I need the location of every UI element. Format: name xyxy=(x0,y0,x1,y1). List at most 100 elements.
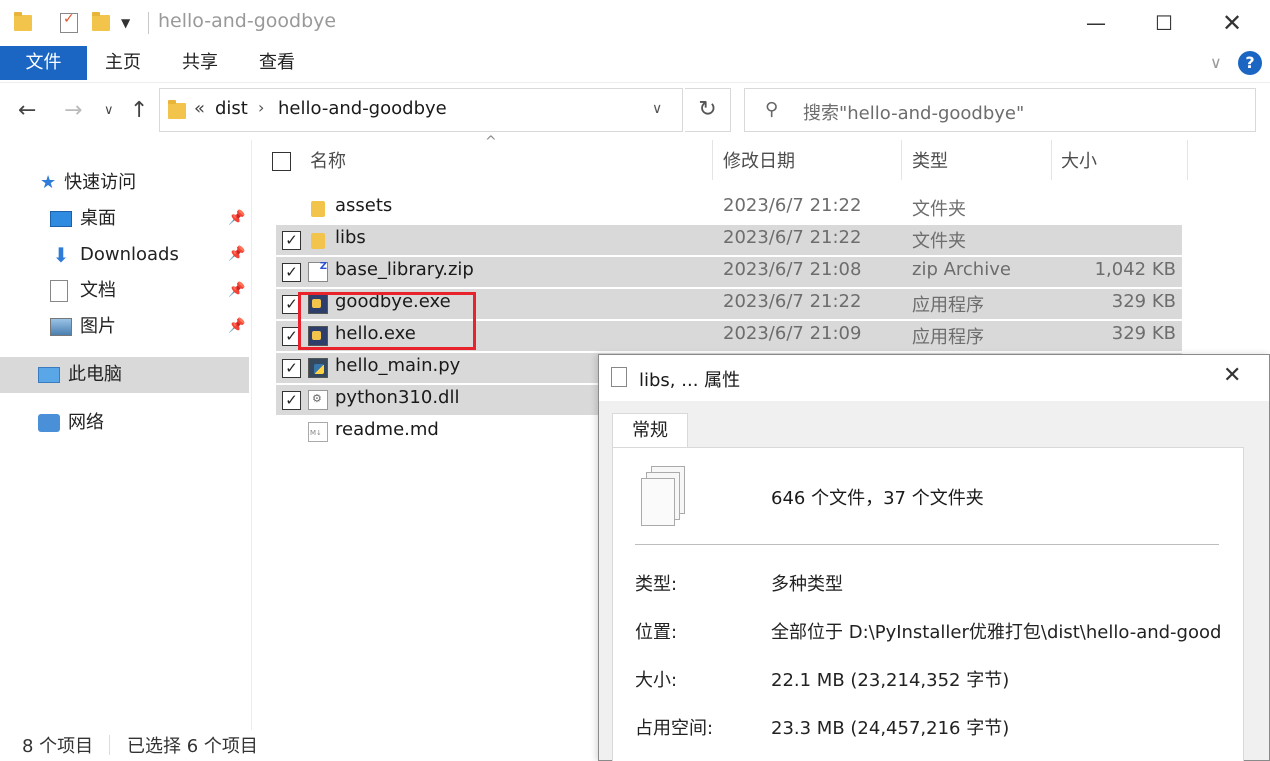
dll-file-icon xyxy=(308,390,328,410)
file-name: libs xyxy=(335,227,366,248)
prop-value-type: 多种类型 xyxy=(771,574,843,595)
file-row[interactable]: ✓ base_library.zip 2023/6/7 21:08 zip Archi… xyxy=(276,257,1182,287)
selection-count: 已选择 6 个项目 xyxy=(127,736,258,757)
file-date: 2023/6/7 21:09 xyxy=(723,323,862,344)
pin-icon[interactable]: 📌 xyxy=(228,210,245,226)
recent-locations-icon[interactable]: ∨ xyxy=(104,103,114,118)
prop-label-location: 位置: xyxy=(635,622,678,643)
desktop-icon xyxy=(50,211,72,227)
tab-view[interactable]: 查看 xyxy=(259,46,295,80)
file-type: 文件夹 xyxy=(912,199,966,220)
forward-arrow-icon[interactable]: → xyxy=(64,98,82,123)
dialog-close-button[interactable]: ✕ xyxy=(1223,363,1241,388)
prop-label-type: 类型: xyxy=(635,574,678,595)
sidebar-item-pictures[interactable]: 图片 xyxy=(50,310,116,344)
folder-icon xyxy=(14,10,32,36)
help-icon[interactable]: ? xyxy=(1238,51,1262,75)
minimize-button[interactable]: — xyxy=(1076,8,1116,38)
close-button[interactable]: ✕ xyxy=(1212,8,1252,38)
navigation-pane: ★ 快速访问 桌面 📌 ⬇ Downloads 📌 文档 📌 图片 📌 此电脑 … xyxy=(0,140,252,730)
files-icon xyxy=(611,367,627,387)
prop-value-size-on-disk: 23.3 MB (24,457,216 字节) xyxy=(771,718,1010,739)
row-checkbox[interactable]: ✓ xyxy=(282,359,301,378)
file-row[interactable]: ✓ libs 2023/6/7 21:22 文件夹 xyxy=(276,225,1182,255)
tab-general[interactable]: 常规 xyxy=(612,413,688,449)
sidebar-item-documents[interactable]: 文档 xyxy=(50,274,116,308)
prop-label-size-on-disk: 占用空间: xyxy=(635,718,714,739)
pin-icon[interactable]: 📌 xyxy=(228,246,245,262)
tab-home[interactable]: 主页 xyxy=(105,46,141,80)
computer-icon xyxy=(38,367,60,383)
file-name: readme.md xyxy=(335,419,439,440)
pictures-icon xyxy=(50,318,72,336)
file-name: assets xyxy=(335,195,393,216)
row-checkbox[interactable]: ✓ xyxy=(282,391,301,410)
sidebar-item-quick-access[interactable]: ★ 快速访问 xyxy=(40,166,136,200)
sidebar-item-downloads[interactable]: ⬇ Downloads xyxy=(50,238,179,272)
file-name: hello_main.py xyxy=(335,355,461,376)
file-date: 2023/6/7 21:22 xyxy=(723,291,862,312)
column-size[interactable]: 大小 xyxy=(1061,148,1097,176)
prop-value-location[interactable]: 全部位于 D:\PyInstaller优雅打包\dist\hello-and-g… xyxy=(771,618,1221,644)
new-folder-quick-icon[interactable] xyxy=(92,10,110,36)
breadcrumb-separator-icon[interactable]: › xyxy=(258,98,264,117)
breadcrumb-current[interactable]: hello-and-goodbye xyxy=(278,98,447,119)
file-date: 2023/6/7 21:08 xyxy=(723,259,862,280)
select-all-checkbox[interactable] xyxy=(272,152,291,171)
title-bar: ✓ ▼ hello-and-goodbye — ☐ ✕ xyxy=(0,0,1270,46)
sidebar-item-network[interactable]: 网络 xyxy=(38,406,104,440)
up-arrow-icon[interactable]: ↑ xyxy=(130,98,148,123)
row-checkbox[interactable]: ✓ xyxy=(282,231,301,250)
column-type[interactable]: 类型 xyxy=(912,148,948,176)
ribbon-expand-icon[interactable]: ∨ xyxy=(1210,46,1222,80)
file-count-summary: 646 个文件，37 个文件夹 xyxy=(771,488,984,509)
highlight-box xyxy=(298,292,476,350)
column-name[interactable]: 名称 xyxy=(310,148,346,176)
dialog-title-bar: libs, ... 属性 ✕ xyxy=(599,355,1269,401)
row-checkbox[interactable]: ✓ xyxy=(282,263,301,282)
maximize-button[interactable]: ☐ xyxy=(1144,8,1184,38)
dialog-general-panel: 646 个文件，37 个文件夹 类型: 多种类型 位置: 全部位于 D:\PyI… xyxy=(612,447,1244,761)
column-date[interactable]: 修改日期 xyxy=(723,148,795,176)
customize-quick-access-icon[interactable]: ▼ xyxy=(121,10,130,36)
file-type: 文件夹 xyxy=(912,231,966,252)
download-icon: ⬇ xyxy=(52,243,70,267)
file-name: python310.dll xyxy=(335,387,460,408)
file-size: 1,042 KB xyxy=(1094,259,1176,280)
file-row[interactable]: assets 2023/6/7 21:22 文件夹 xyxy=(276,193,1182,223)
markdown-file-icon xyxy=(308,422,328,442)
folder-icon xyxy=(311,201,325,217)
dialog-title: libs, ... 属性 xyxy=(639,370,741,391)
network-icon xyxy=(38,414,60,432)
file-type: zip Archive xyxy=(912,259,1011,280)
sort-ascending-icon: ^ xyxy=(485,134,497,150)
item-count: 8 个项目 xyxy=(22,736,94,757)
search-box[interactable]: ⚲ 搜索"hello-and-goodbye" xyxy=(744,88,1256,132)
sidebar-item-this-pc[interactable]: 此电脑 xyxy=(38,358,122,392)
tab-share[interactable]: 共享 xyxy=(182,46,218,80)
properties-quick-icon[interactable]: ✓ xyxy=(60,10,78,36)
search-input[interactable]: 搜索"hello-and-goodbye" xyxy=(803,99,1024,125)
file-date: 2023/6/7 21:22 xyxy=(723,227,862,248)
file-size: 329 KB xyxy=(1111,291,1176,312)
pin-icon[interactable]: 📌 xyxy=(228,318,245,334)
star-icon: ★ xyxy=(40,172,57,193)
back-arrow-icon[interactable]: ← xyxy=(18,98,36,123)
sidebar-item-desktop[interactable]: 桌面 xyxy=(50,202,116,236)
tab-file[interactable]: 文件 xyxy=(0,46,87,80)
prop-label-size: 大小: xyxy=(635,670,678,691)
refresh-button[interactable]: ↻ xyxy=(685,88,731,132)
address-bar[interactable]: « dist › hello-and-goodbye ∨ xyxy=(159,88,683,132)
python-file-icon xyxy=(308,358,328,378)
ribbon-tabs: 文件 主页 共享 查看 ∨ ? xyxy=(0,46,1270,82)
address-dropdown-icon[interactable]: ∨ xyxy=(652,101,662,117)
breadcrumb-dist[interactable]: dist xyxy=(215,98,248,119)
window-title: hello-and-goodbye xyxy=(158,10,337,32)
search-icon: ⚲ xyxy=(765,99,779,120)
file-size: 329 KB xyxy=(1111,323,1176,344)
pin-icon[interactable]: 📌 xyxy=(228,282,245,298)
breadcrumb-overflow[interactable]: « xyxy=(194,98,205,119)
prop-value-size: 22.1 MB (23,214,352 字节) xyxy=(771,670,1010,691)
properties-dialog: libs, ... 属性 ✕ 常规 646 个文件，37 个文件夹 类型: 多种… xyxy=(598,354,1270,761)
folder-icon xyxy=(311,233,325,249)
